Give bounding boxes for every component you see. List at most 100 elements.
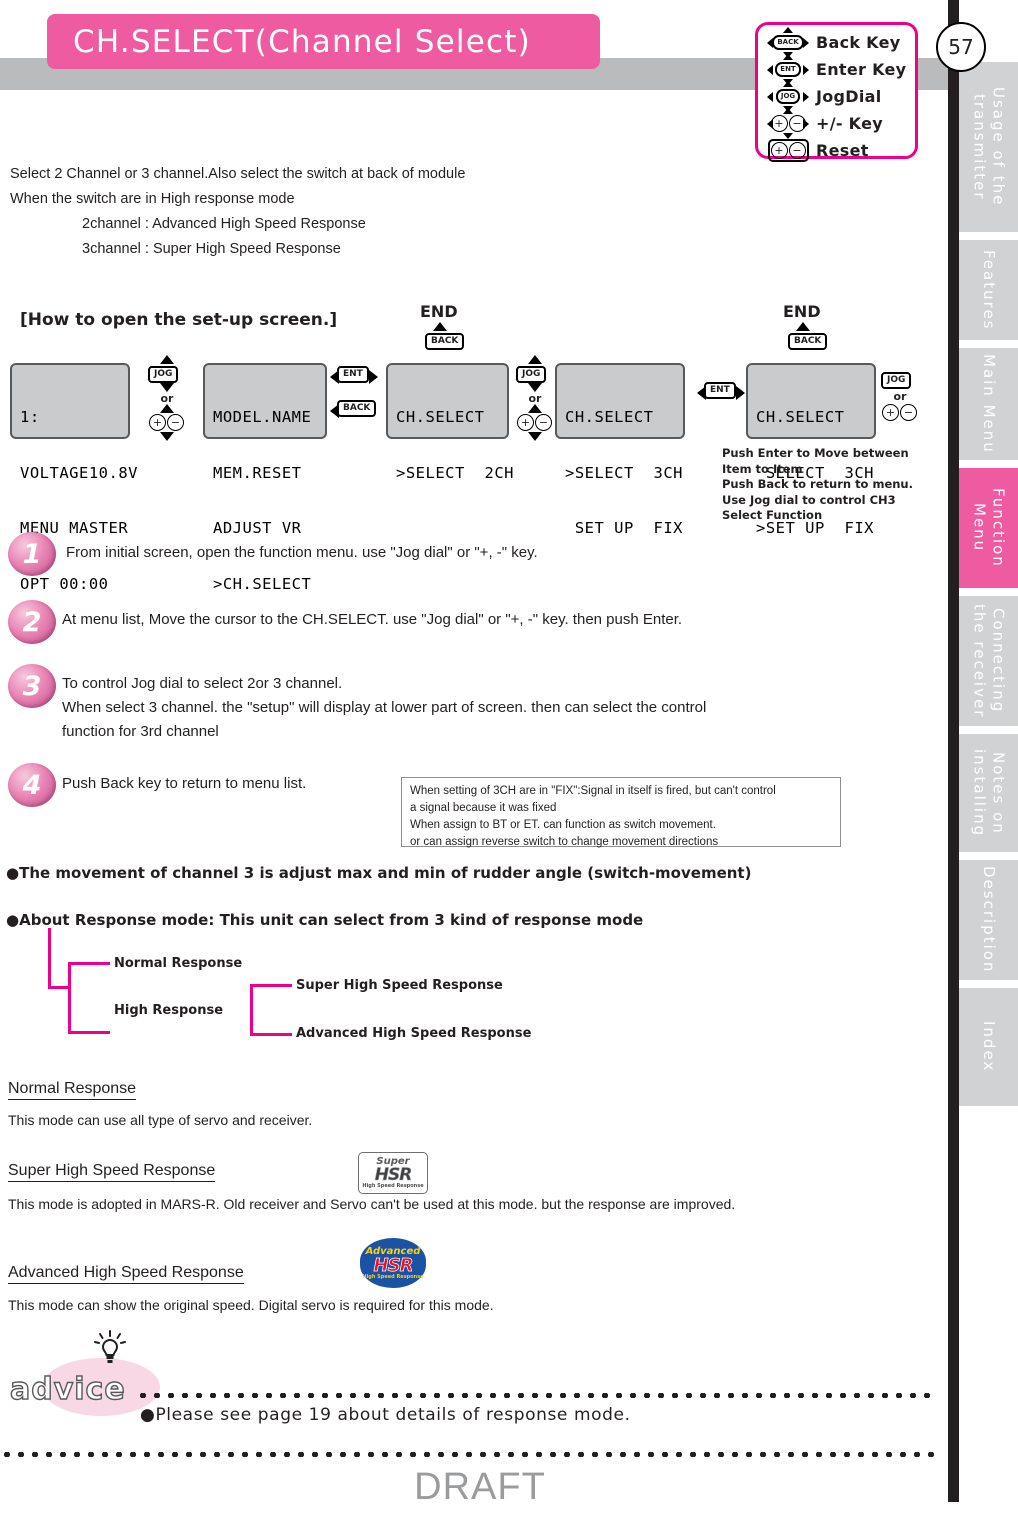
plus-circle-icon: +: [770, 115, 788, 132]
lcd-line: CH.SELECT: [756, 408, 845, 426]
desc-heading-normal: Normal Response: [8, 1080, 137, 1100]
or-label-3: or: [893, 390, 907, 403]
sidebar-item-label: Notes on installing: [970, 748, 1008, 838]
tree-line-high: [68, 1031, 110, 1034]
plus-circle-icon[interactable]: +: [149, 414, 166, 431]
lcd-line: VOLTAGE10.8V: [20, 463, 138, 482]
tree-line-trunk-h: [48, 986, 70, 989]
sidebar-item-label: Features: [979, 249, 998, 331]
legend-label-plusminus: +/- Key: [816, 114, 883, 133]
back-key-button-2[interactable]: BACK: [788, 333, 828, 350]
lcd-initial-screen: 1: VOLTAGE10.8V MENU MASTER OPT 00:00: [10, 363, 137, 593]
advanced-hsr-logo-main: HSR: [373, 1255, 414, 1276]
legend-label-reset: Reset: [816, 141, 869, 160]
lcd-chselect-2ch-screen: CH.SELECT >SELECT 2CH: [386, 363, 513, 482]
reset-minus-icon: −: [788, 142, 806, 159]
sidebar-item-label: Connecting the receiver: [970, 603, 1008, 719]
legend-row-jog: JOG JogDial: [758, 81, 915, 112]
jog-button-1[interactable]: JOG: [148, 366, 179, 383]
bullet-response-mode: ●About Response mode: This unit can sele…: [6, 911, 643, 929]
sidebar-item-index[interactable]: Index: [948, 988, 1018, 1114]
lcd-line: MODEL.NAME: [213, 408, 312, 426]
plus-circle-icon[interactable]: +: [882, 404, 899, 421]
lcd-chselect-3ch-screen: CH.SELECT >SELECT 3CH SET UP FIX: [555, 363, 685, 537]
sidebar-item-label: Description: [979, 866, 998, 974]
reset-key-icon: + −: [767, 139, 809, 162]
reset-plus-icon: +: [770, 142, 788, 159]
advice-text: ●Please see page 19 about details of res…: [140, 1405, 631, 1425]
lcd-line: >SELECT 2CH: [396, 463, 514, 482]
ent-right-arrow-icon: [369, 370, 378, 384]
tree-label-high: High Response: [114, 1003, 224, 1018]
sidebar-item-features[interactable]: Features: [948, 240, 1018, 348]
sidebar-item-notes-installing[interactable]: Notes on installing: [948, 734, 1018, 860]
super-hsr-logo: Super HSR High Speed Response: [358, 1152, 428, 1194]
back-key-button-1[interactable]: BACK: [425, 333, 465, 350]
step-badge-4: 4: [8, 763, 56, 807]
sidebar-item-description[interactable]: Description: [948, 860, 1018, 988]
sidebar-item-usage[interactable]: Usage of the transmitter: [948, 62, 1018, 240]
tree-line-normal: [68, 962, 110, 965]
jog-button-2[interactable]: JOG: [516, 366, 547, 383]
advice-dotted-line-bottom: [0, 1452, 936, 1457]
desc-heading-super: Super High Speed Response: [8, 1162, 216, 1182]
sidebar-spine: [948, 0, 959, 1502]
sidebar-tabs: Usage of the transmitter Features Main M…: [948, 62, 1018, 1114]
sidebar-item-label: Main Menu: [979, 354, 998, 454]
jog-up-arrow-1-icon: [160, 355, 174, 364]
minus-circle-icon[interactable]: −: [900, 404, 917, 421]
legend-row-back: BACK Back Key: [758, 27, 915, 58]
back-button-1[interactable]: BACK: [337, 400, 377, 417]
fix-note-line-1: When setting of 3CH are in "FIX":Signal …: [410, 785, 776, 797]
advanced-hsr-logo-sub: High Speed Response: [362, 1274, 424, 1280]
advice-message: Please see page 19 about details of resp…: [155, 1405, 631, 1425]
key-legend-box: BACK Back Key ENT Enter Key JOG JogDial …: [755, 22, 918, 162]
plus-minus-group-2[interactable]: + −: [517, 414, 552, 431]
advice-bullet-dot-icon: ●: [140, 1405, 156, 1425]
advice-dotted-line-top: [136, 1393, 936, 1398]
jog-down-arrow-1-icon: [160, 383, 174, 392]
end-label-2: END: [783, 302, 821, 321]
step-badge-1: 1: [8, 532, 56, 576]
plus-minus-group-1[interactable]: + −: [149, 414, 184, 431]
minus-circle-icon[interactable]: −: [535, 414, 552, 431]
sidebar-item-connecting-receiver[interactable]: Connecting the receiver: [948, 596, 1018, 734]
lcd-line: >CH.SELECT: [213, 574, 312, 593]
desc-heading-advanced: Advanced High Speed Response: [8, 1264, 244, 1284]
lcd-line: SET UP FIX: [565, 519, 683, 537]
howto-note-text: Push Enter to Move between Item to Item …: [722, 446, 913, 522]
jog-dial-icon: JOG: [767, 81, 809, 112]
tree-line-trunk: [48, 928, 51, 988]
lcd-line: 1:: [20, 408, 40, 426]
howto-heading: [How to open the set-up screen.]: [20, 310, 338, 330]
jog-button-3[interactable]: JOG: [881, 372, 912, 389]
advice-label: advice: [9, 1371, 126, 1407]
plus-circle-icon[interactable]: +: [517, 414, 534, 431]
legend-row-reset: + − Reset: [758, 137, 915, 164]
advanced-hsr-logo: Advanced HSR High Speed Response: [360, 1238, 426, 1288]
sidebar-item-function-menu[interactable]: Function Menu: [948, 468, 1018, 596]
legend-label-jog: JogDial: [816, 87, 882, 106]
desc-body-normal: This mode can use all type of servo and …: [8, 1112, 313, 1128]
intro-line-4: 3channel : Super High Speed Response: [82, 241, 341, 257]
step-text-2: At menu list, Move the cursor to the CH.…: [62, 611, 683, 628]
pm-down-arrow-1-icon: [160, 432, 174, 441]
ent-button-2[interactable]: ENT: [704, 382, 736, 399]
step-text-3: To control Jog dial to select 2or 3 chan…: [62, 675, 707, 740]
fix-note-line-3: When assign to BT or ET. can function as…: [410, 819, 716, 831]
jog-up-arrow-2-icon: [528, 355, 542, 364]
ent-button-1[interactable]: ENT: [337, 366, 369, 383]
page-number-badge: 57: [936, 22, 986, 72]
intro-line-3: 2channel : Advanced High Speed Response: [82, 216, 366, 232]
jog-down-arrow-2-icon: [528, 383, 542, 392]
sidebar-item-main-menu[interactable]: Main Menu: [948, 348, 1018, 468]
lcd-line: OPT 00:00: [20, 574, 109, 593]
tree-label-advanced: Advanced High Speed Response: [296, 1026, 532, 1041]
minus-circle-icon[interactable]: −: [167, 414, 184, 431]
bullet-2-text: About Response mode: This unit can selec…: [19, 911, 644, 929]
bullet-1-text: The movement of channel 3 is adjust max …: [19, 864, 752, 882]
tree-line-branch2-v: [250, 984, 253, 1036]
plus-minus-group-3[interactable]: + −: [882, 404, 917, 421]
sidebar-item-label: Index: [979, 1021, 998, 1073]
bullet-channel3-movement: ●The movement of channel 3 is adjust max…: [6, 864, 751, 882]
